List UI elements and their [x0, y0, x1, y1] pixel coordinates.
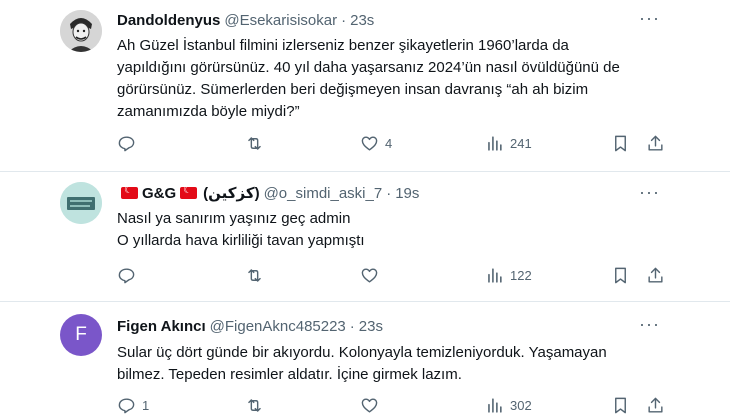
- avatar[interactable]: [60, 182, 102, 224]
- reply-icon: [118, 136, 135, 152]
- reply-icon: [118, 398, 135, 414]
- tweet-header: Dandoldenyus @Esekarisisokar · 23s: [117, 10, 374, 30]
- avatar-letter: F: [75, 324, 87, 345]
- tweet-header: Figen Akıncı @FigenAknc485223 · 23s: [117, 316, 383, 336]
- tweet-text-line: Ah Güzel İstanbul filmini izlerseniz ben…: [117, 37, 569, 54]
- view-count: 241: [510, 136, 532, 151]
- separator-dot: ·: [349, 317, 355, 335]
- like-button[interactable]: [360, 266, 385, 285]
- retweet-button[interactable]: [245, 266, 270, 285]
- tweet-header: G&G (كزكين) @o_simdi_aski_7 · 19s: [117, 183, 419, 203]
- action-bar: 4 241: [117, 134, 672, 156]
- tweet-text-line: O yıllarda hava kirliliği tavan yapmıştı: [117, 232, 365, 249]
- separator-dot: ·: [386, 184, 392, 202]
- share-icon: [648, 135, 663, 151]
- tweet-text: Nasıl ya sanırım yaşınız geç admin O yıl…: [117, 208, 657, 252]
- tweet-text-line: zamanımızda böyle miydi?”: [117, 103, 300, 120]
- share-button[interactable]: [646, 134, 665, 153]
- separator-dot: ·: [341, 11, 347, 29]
- retweet-button[interactable]: [245, 134, 270, 153]
- tweet-text-line: Nasıl ya sanırım yaşınız geç admin: [117, 210, 351, 227]
- more-icon[interactable]: ···: [639, 182, 660, 203]
- view-count: 302: [510, 398, 532, 413]
- view-count: 122: [510, 268, 532, 283]
- share-button[interactable]: [646, 396, 665, 415]
- heart-icon: [361, 398, 378, 413]
- tweet-text-line: bilmez. Tepeden resimler aldatır. İçine …: [117, 366, 462, 383]
- timestamp[interactable]: 23s: [350, 12, 374, 29]
- reply-button[interactable]: [117, 134, 142, 153]
- avatar[interactable]: F: [60, 314, 102, 356]
- reply-button[interactable]: 1: [117, 396, 149, 415]
- action-bar: 122: [117, 266, 672, 288]
- bookmark-icon: [615, 267, 626, 284]
- tweet-text: Sular üç dört günde bir akıyordu. Kolony…: [117, 342, 657, 386]
- user-handle[interactable]: @o_simdi_aski_7: [264, 185, 383, 202]
- views-button[interactable]: 122: [485, 266, 532, 285]
- views-icon: [488, 398, 502, 413]
- portrait-avatar-image: [60, 10, 102, 52]
- bookmark-icon: [615, 397, 626, 414]
- bookmark-icon: [615, 135, 626, 152]
- sign-avatar-image: [60, 182, 102, 224]
- retweet-icon: [248, 399, 261, 412]
- share-icon: [648, 267, 663, 283]
- tweet-text-line: Sular üç dört günde bir akıyordu. Kolony…: [117, 344, 607, 361]
- retweet-icon: [248, 137, 261, 150]
- tweet[interactable]: G&G (كزكين) @o_simdi_aski_7 · 19s ··· Na…: [0, 172, 730, 302]
- views-icon: [488, 268, 502, 283]
- heart-icon: [361, 268, 378, 283]
- tweet-text-line: görürsünüz. Sümerlerden beri değişmeyen …: [117, 81, 589, 98]
- share-button[interactable]: [646, 266, 665, 285]
- tweet[interactable]: Dandoldenyus @Esekarisisokar · 23s ··· A…: [0, 0, 730, 172]
- share-icon: [648, 397, 663, 413]
- retweet-icon: [248, 269, 261, 282]
- action-bar: 1 302: [117, 396, 672, 418]
- turkey-flag-icon: [180, 185, 198, 199]
- views-icon: [488, 136, 502, 151]
- like-button[interactable]: 4: [360, 134, 392, 153]
- reply-button[interactable]: [117, 266, 142, 285]
- display-name[interactable]: Figen Akıncı: [117, 318, 206, 335]
- retweet-button[interactable]: [245, 396, 270, 415]
- user-handle[interactable]: @FigenAknc485223: [210, 318, 346, 335]
- bookmark-button[interactable]: [611, 266, 630, 285]
- bookmark-button[interactable]: [611, 134, 630, 153]
- reply-icon: [118, 268, 135, 284]
- bookmark-button[interactable]: [611, 396, 630, 415]
- turkey-flag-icon: [121, 185, 138, 199]
- display-name[interactable]: G&G: [142, 185, 176, 202]
- display-name[interactable]: Dandoldenyus: [117, 12, 220, 29]
- like-count: 4: [385, 136, 393, 151]
- user-handle[interactable]: @Esekarisisokar: [224, 12, 337, 29]
- more-icon[interactable]: ···: [639, 314, 660, 335]
- tweet-text-line: yapıldığını görürsünüz. 40 yıl daha yaşa…: [117, 59, 620, 76]
- views-button[interactable]: 302: [485, 396, 532, 415]
- like-button[interactable]: [360, 396, 385, 415]
- display-name-extra[interactable]: (كزكين): [203, 184, 259, 202]
- tweet-text: Ah Güzel İstanbul filmini izlerseniz ben…: [117, 35, 657, 123]
- more-icon[interactable]: ···: [639, 8, 660, 29]
- heart-icon: [361, 136, 378, 151]
- tweet[interactable]: F Figen Akıncı @FigenAknc485223 · 23s ··…: [0, 302, 730, 420]
- avatar[interactable]: [60, 10, 102, 52]
- timestamp[interactable]: 23s: [359, 318, 383, 335]
- reply-count: 1: [142, 398, 150, 413]
- timestamp[interactable]: 19s: [395, 185, 419, 202]
- views-button[interactable]: 241: [485, 134, 532, 153]
